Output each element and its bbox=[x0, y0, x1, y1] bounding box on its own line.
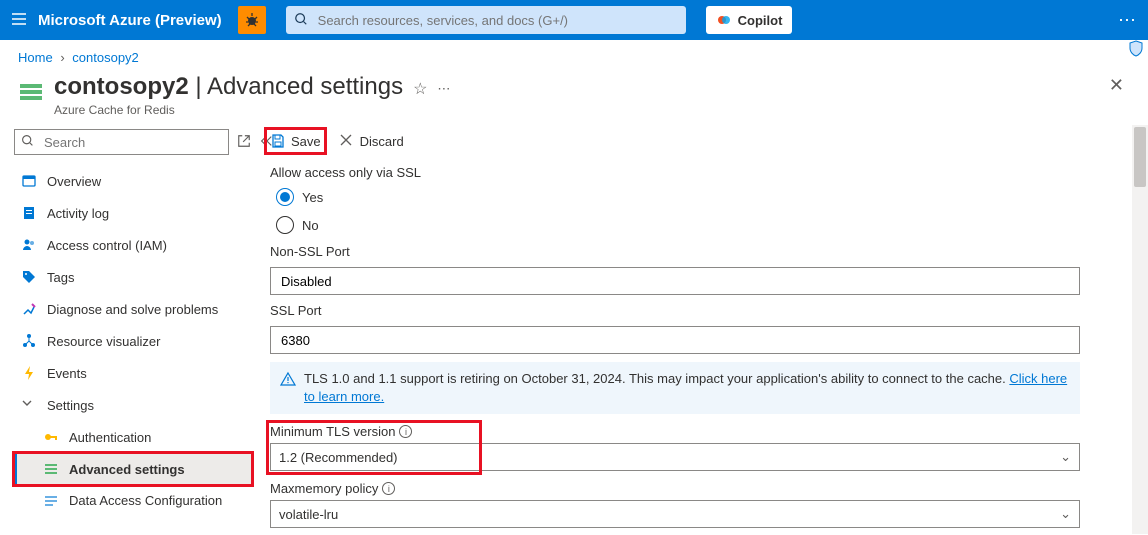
activity-log-icon bbox=[21, 205, 37, 221]
chevron-down-icon: ⌄ bbox=[1060, 449, 1071, 465]
header-more-icon[interactable]: ⋯ bbox=[437, 81, 450, 97]
bug-icon[interactable] bbox=[238, 6, 266, 34]
breadcrumb: Home › contosopy2 bbox=[0, 40, 1148, 69]
min-tls-label: Minimum TLS version i bbox=[270, 424, 1122, 439]
chevron-down-icon: ⌄ bbox=[1060, 506, 1071, 522]
save-icon bbox=[270, 133, 286, 149]
sidebar-item-resource-visualizer[interactable]: Resource visualizer bbox=[14, 325, 252, 357]
sidebar-item-data-access-config[interactable]: Data Access Configuration bbox=[14, 485, 252, 517]
radio-checked-icon bbox=[276, 188, 294, 206]
page-header: contosopy2 | Advanced settings Azure Cac… bbox=[0, 69, 1148, 125]
chevron-right-icon: › bbox=[60, 50, 64, 65]
diagnose-icon bbox=[21, 301, 37, 317]
ssl-no-option[interactable]: No bbox=[276, 216, 1122, 234]
ssl-port-input[interactable] bbox=[279, 332, 1071, 349]
sidebar-item-events[interactable]: Events bbox=[14, 357, 252, 389]
resource-type-label: Azure Cache for Redis bbox=[54, 103, 403, 117]
warning-icon bbox=[280, 371, 296, 406]
radio-unchecked-icon bbox=[276, 216, 294, 234]
sidebar-item-advanced-settings[interactable]: Advanced settings bbox=[14, 453, 252, 485]
sidebar-item-authentication[interactable]: Authentication bbox=[14, 421, 252, 453]
chevron-down-icon bbox=[21, 397, 37, 413]
main-panel: Save Discard Allow access only via SSL Y… bbox=[252, 125, 1148, 534]
min-tls-dropdown[interactable]: 1.2 (Recommended) ⌄ bbox=[270, 443, 1080, 471]
sidebar-group-settings[interactable]: Settings bbox=[14, 389, 252, 421]
favorite-star-icon[interactable]: ☆ bbox=[413, 79, 427, 99]
sidebar-item-overview[interactable]: Overview bbox=[14, 165, 252, 197]
tls-retirement-banner: TLS 1.0 and 1.1 support is retiring on O… bbox=[270, 362, 1080, 414]
allow-ssl-label: Allow access only via SSL bbox=[270, 165, 1122, 180]
sidebar-menu: Overview Activity log Access control (IA… bbox=[14, 165, 252, 517]
page-title: contosopy2 | Advanced settings bbox=[54, 73, 403, 101]
settings-bars-icon bbox=[43, 461, 59, 477]
non-ssl-port-label: Non-SSL Port bbox=[270, 244, 1122, 259]
scrollbar-vertical[interactable] bbox=[1132, 125, 1148, 534]
sidebar-item-access-control[interactable]: Access control (IAM) bbox=[14, 229, 252, 261]
overview-icon bbox=[21, 173, 37, 189]
min-tls-value: 1.2 (Recommended) bbox=[279, 450, 398, 465]
copilot-button[interactable]: Copilot bbox=[706, 6, 793, 34]
breadcrumb-current[interactable]: contosopy2 bbox=[72, 50, 139, 65]
sidebar-search-input[interactable] bbox=[42, 134, 222, 151]
visualizer-icon bbox=[21, 333, 37, 349]
scrollbar-thumb[interactable] bbox=[1134, 127, 1146, 187]
copilot-label: Copilot bbox=[738, 13, 783, 28]
breadcrumb-home[interactable]: Home bbox=[18, 50, 53, 65]
ssl-yes-option[interactable]: Yes bbox=[276, 188, 1122, 206]
sidebar: Overview Activity log Access control (IA… bbox=[0, 125, 252, 534]
non-ssl-port-input[interactable] bbox=[279, 273, 1071, 290]
brand-label: Microsoft Azure (Preview) bbox=[38, 12, 222, 29]
save-button[interactable]: Save bbox=[270, 133, 321, 149]
maxmemory-dropdown[interactable]: volatile-lru ⌄ bbox=[270, 500, 1080, 528]
key-icon bbox=[43, 429, 59, 445]
sidebar-search[interactable] bbox=[14, 129, 229, 155]
top-more-icon[interactable]: ⋯ bbox=[1118, 10, 1138, 31]
events-icon bbox=[21, 365, 37, 381]
data-access-icon bbox=[43, 493, 59, 509]
copilot-icon bbox=[716, 12, 732, 28]
redis-resource-icon bbox=[18, 79, 46, 108]
ssl-port-field[interactable] bbox=[270, 326, 1080, 354]
azure-top-bar: Microsoft Azure (Preview) Copilot ⋯ bbox=[0, 0, 1148, 40]
search-icon bbox=[21, 134, 37, 150]
toolbar: Save Discard bbox=[270, 125, 1122, 159]
sidebar-item-tags[interactable]: Tags bbox=[14, 261, 252, 293]
sidebar-item-diagnose[interactable]: Diagnose and solve problems bbox=[14, 293, 252, 325]
info-icon[interactable]: i bbox=[399, 425, 412, 438]
body: Overview Activity log Access control (IA… bbox=[0, 125, 1148, 534]
banner-text: TLS 1.0 and 1.1 support is retiring on O… bbox=[304, 370, 1070, 406]
global-search[interactable] bbox=[286, 6, 686, 34]
tags-icon bbox=[21, 269, 37, 285]
non-ssl-port-field[interactable] bbox=[270, 267, 1080, 295]
shield-icon bbox=[1128, 40, 1144, 61]
maxmemory-label: Maxmemory policy i bbox=[270, 481, 1122, 496]
open-external-icon[interactable] bbox=[237, 134, 251, 151]
ssl-port-label: SSL Port bbox=[270, 303, 1122, 318]
global-search-input[interactable] bbox=[316, 12, 678, 29]
info-icon[interactable]: i bbox=[382, 482, 395, 495]
discard-button[interactable]: Discard bbox=[339, 133, 404, 149]
sidebar-item-activity-log[interactable]: Activity log bbox=[14, 197, 252, 229]
close-blade-button[interactable]: ✕ bbox=[1109, 75, 1124, 96]
search-icon bbox=[294, 12, 310, 28]
discard-icon bbox=[339, 133, 355, 149]
access-control-icon bbox=[21, 237, 37, 253]
maxmemory-value: volatile-lru bbox=[279, 507, 338, 522]
menu-icon[interactable] bbox=[10, 10, 28, 31]
